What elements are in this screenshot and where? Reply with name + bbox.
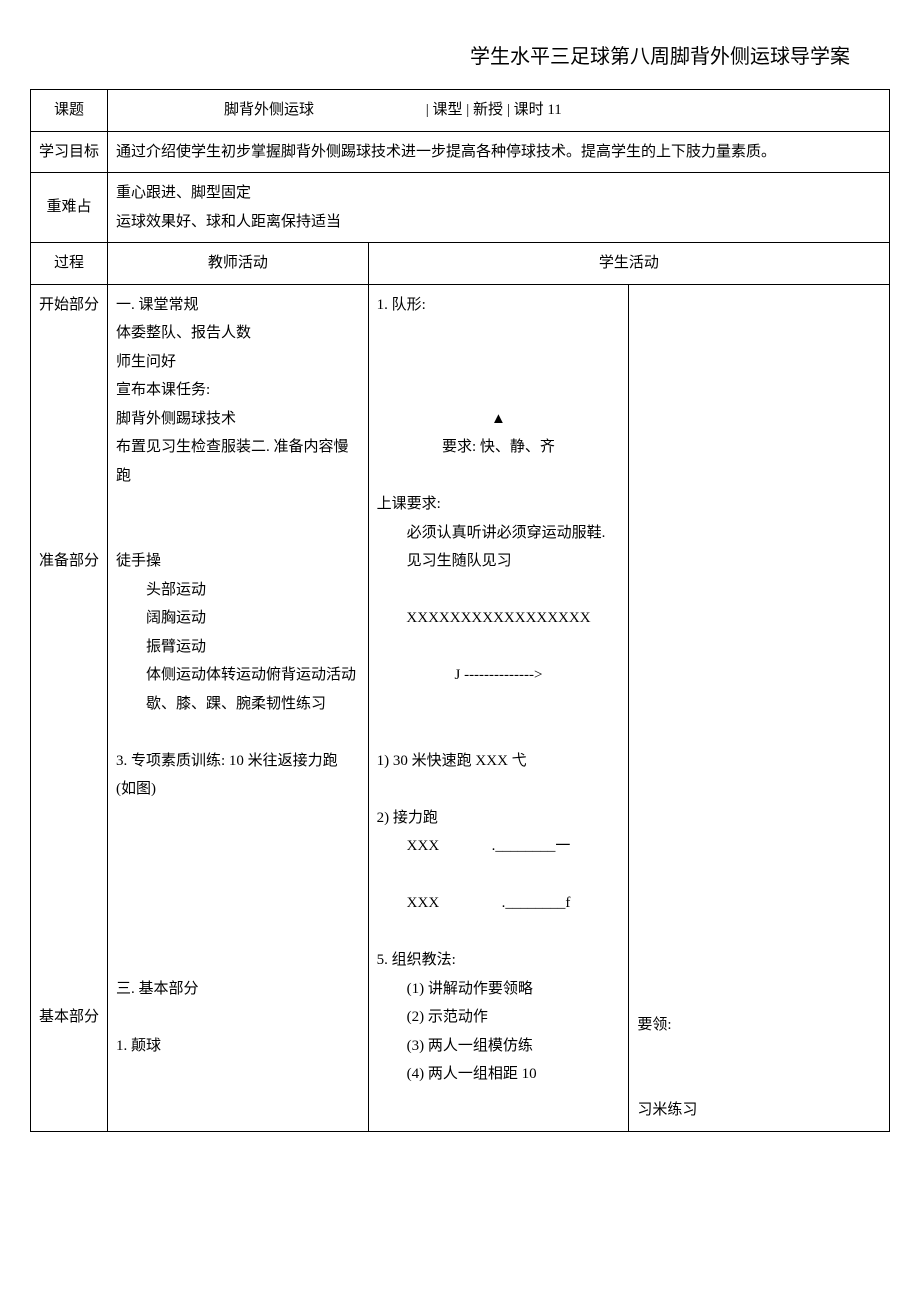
s-line: (1) 讲解动作要领略 bbox=[377, 975, 621, 1004]
s-line: 要求: 快、静、齐 bbox=[377, 433, 621, 462]
page-title: 学生水平三足球第八周脚背外侧运球导学案 bbox=[30, 40, 890, 69]
relay-row: XXX .________一 bbox=[377, 832, 621, 861]
label-goals: 学习目标 bbox=[31, 131, 108, 173]
formation-x: XXXXXXXXXXXXXXXXX bbox=[377, 604, 621, 633]
lesson-table: 课题 脚背外侧运球 | 课型 | 新授 | 课时 11 学习目标 通过介绍使学生… bbox=[30, 89, 890, 1132]
s-line: 上课要求: bbox=[377, 496, 441, 512]
relay-row: XXX .________f bbox=[377, 889, 621, 918]
t-line: 宣布本课任务: bbox=[116, 382, 210, 398]
label-teacher: 教师活动 bbox=[108, 243, 369, 285]
t-line: 徒手操 bbox=[116, 553, 161, 569]
t-line: 三. 基本部分 bbox=[116, 981, 199, 997]
t-line: 师生问好 bbox=[116, 354, 176, 370]
extra-col: 要领: 习米练习 bbox=[629, 284, 890, 1131]
label-difficulty: 重难占 bbox=[31, 173, 108, 243]
student-activities: 1. 队形: ▲ 要求: 快、静、齐 上课要求: 必须认真听讲必须穿运动服鞋. … bbox=[368, 284, 629, 1131]
triangle-icon: ▲ bbox=[377, 405, 621, 434]
s-line: 2) 接力跑 bbox=[377, 810, 438, 826]
t-line: 头部运动 bbox=[116, 576, 360, 605]
divider: | bbox=[507, 102, 514, 118]
s-line: (2) 示范动作 bbox=[377, 1003, 621, 1032]
t-line: 体侧运动体转运动俯背运动活动歇、膝、踝、腕柔韧性练习 bbox=[116, 661, 360, 718]
s-line: (4) 两人一组相距 10 bbox=[377, 1060, 621, 1089]
diff-2: 运球效果好、球和人距离保持适当 bbox=[116, 214, 341, 230]
section-main: 基本部分 bbox=[39, 1009, 99, 1025]
extra-2: 习米练习 bbox=[637, 1102, 697, 1118]
relay-line: .________一 bbox=[450, 832, 570, 861]
teacher-activities: 一. 课堂常规 体委整队、报告人数 师生问好 宣布本课任务: 脚背外侧踢球技术 … bbox=[108, 284, 369, 1131]
t-line: 布置见习生检查服装二. 准备内容慢跑 bbox=[116, 439, 349, 484]
topic-cell: 脚背外侧运球 | 课型 | 新授 | 课时 11 bbox=[108, 90, 890, 132]
label-period: 课时 bbox=[514, 102, 544, 118]
difficulty-cell: 重心跟进、脚型固定 运球效果好、球和人距离保持适当 bbox=[108, 173, 890, 243]
label-student: 学生活动 bbox=[368, 243, 889, 285]
t-line: 体委整队、报告人数 bbox=[116, 325, 251, 341]
extra-1: 要领: bbox=[637, 1017, 671, 1033]
classtype-value: 新授 bbox=[473, 102, 503, 118]
s-line: 1. 队形: bbox=[377, 297, 426, 313]
period-value: 11 bbox=[547, 102, 561, 118]
divider: | bbox=[426, 102, 433, 118]
t-line: 3. 专项素质训练: 10 米往返接力跑 (如图) bbox=[116, 753, 338, 798]
section-prep: 准备部分 bbox=[39, 553, 99, 569]
s-line: 必须认真听讲必须穿运动服鞋. 见习生随队见习 bbox=[377, 519, 621, 576]
t-line: 1. 颠球 bbox=[116, 1038, 161, 1054]
diff-1: 重心跟进、脚型固定 bbox=[116, 185, 251, 201]
goals-cell: 通过介绍使学生初步掌握脚背外侧踢球技术进一步提高各种停球技术。提高学生的上下肢力… bbox=[108, 131, 890, 173]
t-line: 一. 课堂常规 bbox=[116, 297, 199, 313]
arrow-line: J --------------> bbox=[377, 661, 621, 690]
section-start: 开始部分 bbox=[39, 297, 99, 313]
label-topic: 课题 bbox=[31, 90, 108, 132]
label-classtype: 课型 bbox=[433, 102, 463, 118]
relay-xxx: XXX bbox=[407, 889, 447, 918]
t-line: 脚背外侧踢球技术 bbox=[116, 411, 236, 427]
label-process: 过程 bbox=[31, 243, 108, 285]
relay-xxx: XXX bbox=[407, 832, 447, 861]
s-line: (3) 两人一组模仿练 bbox=[377, 1032, 621, 1061]
topic-name: 脚背外侧运球 bbox=[116, 96, 422, 125]
t-line: 阔胸运动 bbox=[116, 604, 360, 633]
t-line: 振臂运动 bbox=[116, 633, 360, 662]
section-labels: 开始部分 准备部分 基本部分 bbox=[31, 284, 108, 1131]
relay-line: .________f bbox=[450, 889, 570, 918]
s-line: 1) 30 米快速跑 XXX 弋 bbox=[377, 753, 527, 769]
s-line: 5. 组织教法: bbox=[377, 952, 456, 968]
